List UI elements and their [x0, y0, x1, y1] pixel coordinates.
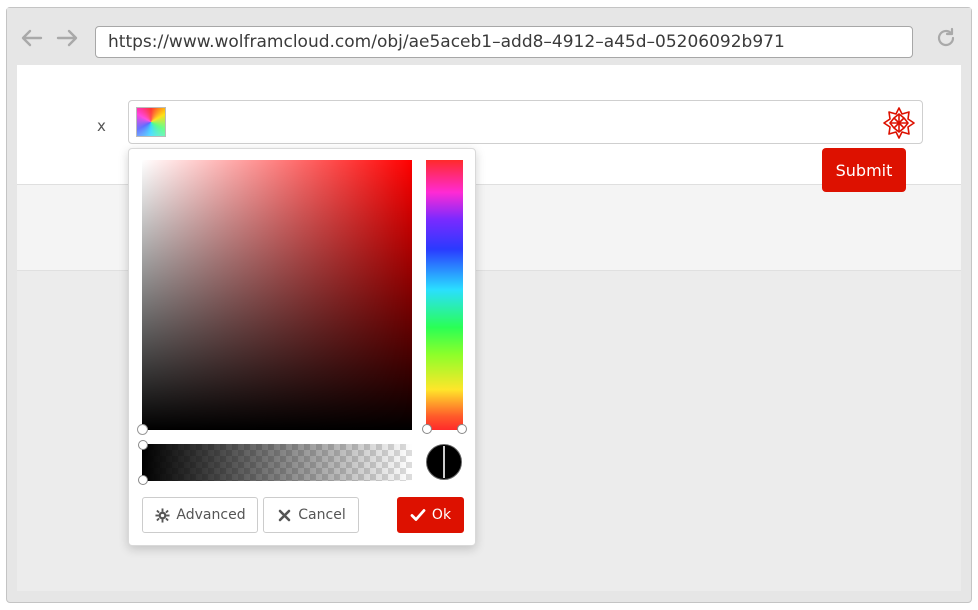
gear-icon [154, 507, 170, 523]
color-swatch[interactable] [136, 107, 166, 137]
alpha-handle-bottom[interactable] [138, 475, 148, 485]
field-label-x: x [97, 117, 106, 135]
color-picker-popup: Advanced Cancel Ok [128, 148, 476, 546]
arrow-left-icon [21, 29, 43, 47]
ok-button[interactable]: Ok [397, 497, 464, 533]
saturation-value-handle[interactable] [137, 424, 148, 435]
cancel-label: Cancel [298, 507, 346, 523]
submit-button[interactable]: Submit [822, 148, 906, 192]
alpha-slider[interactable] [138, 440, 412, 485]
alpha-handle-top[interactable] [138, 440, 148, 450]
address-bar[interactable] [95, 26, 913, 58]
forward-button[interactable] [55, 26, 79, 50]
browser-toolbar [7, 8, 971, 65]
reload-icon [937, 27, 955, 47]
arrow-right-icon [56, 29, 78, 47]
hue-slider[interactable] [422, 160, 467, 434]
back-button[interactable] [20, 26, 44, 50]
check-icon [410, 507, 426, 523]
color-field[interactable] [128, 100, 923, 144]
color-preview [426, 444, 462, 480]
cancel-button[interactable]: Cancel [263, 497, 359, 533]
url-input[interactable] [108, 32, 912, 52]
ok-label: Ok [431, 507, 452, 523]
advanced-button[interactable]: Advanced [142, 497, 258, 533]
advanced-label: Advanced [176, 507, 246, 523]
hue-handle-left[interactable] [422, 424, 432, 434]
close-icon [276, 507, 292, 523]
preview-divider [443, 446, 445, 478]
saturation-value-area[interactable] [137, 160, 412, 435]
wolfram-logo-icon [883, 107, 915, 139]
reload-button[interactable] [933, 25, 959, 51]
hue-handle-right[interactable] [457, 424, 467, 434]
